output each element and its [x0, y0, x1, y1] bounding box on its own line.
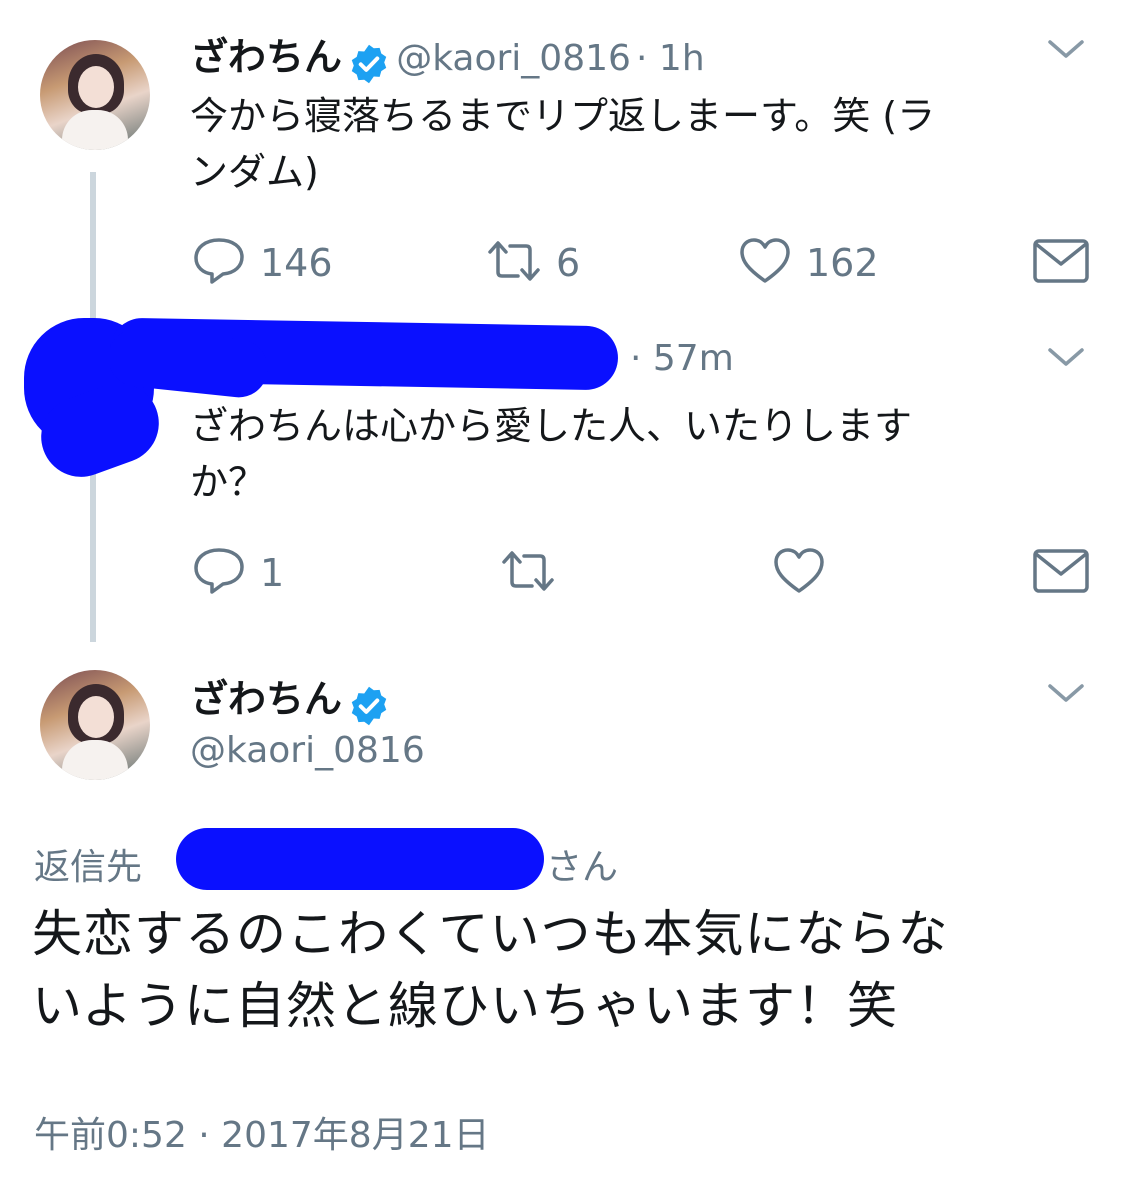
- reply-to-suffix: さん: [546, 847, 619, 888]
- dm-icon: [1032, 239, 1090, 288]
- tweet-text-line: いように自然と線ひいちゃいます！笑: [32, 977, 898, 1035]
- verified-badge-icon: [347, 42, 391, 90]
- tweet-text-line: 今から寝落ちるまでリプ返しまーす。笑 (ラ: [190, 94, 936, 138]
- chevron-down-icon[interactable]: [1046, 682, 1086, 710]
- chevron-down-icon[interactable]: [1046, 38, 1086, 66]
- like-icon: [772, 548, 826, 600]
- handle[interactable]: @kaori_0816: [396, 38, 631, 79]
- handle[interactable]: @kaori_0816: [190, 730, 425, 771]
- reply-button[interactable]: 146: [192, 236, 333, 290]
- tweet-text: 今から寝落ちるまでリプ返しまーす。笑 (ラ ンダム): [190, 88, 1090, 200]
- tweet-text: ざわちんは心から愛した人、いたりします か？: [190, 398, 1090, 510]
- retweet-button[interactable]: [496, 548, 560, 598]
- reply-count: 1: [260, 551, 285, 595]
- like-count: 162: [806, 241, 879, 285]
- chevron-down-icon[interactable]: [1046, 346, 1086, 374]
- retweet-count: 6: [556, 241, 581, 285]
- tweet-text-line: 失恋するのこわくていつも本気にならな: [32, 905, 949, 963]
- dm-icon: [1032, 549, 1090, 598]
- verified-badge-icon: [347, 684, 391, 732]
- dm-button[interactable]: [1032, 548, 1090, 598]
- reply-to-prefix: 返信先: [34, 847, 143, 888]
- tweet-text-line: か？: [190, 460, 267, 504]
- tweet-timestamp[interactable]: 午前0:52 · 2017年8月21日: [34, 1106, 490, 1158]
- like-icon: [738, 236, 792, 290]
- like-button[interactable]: [772, 546, 826, 600]
- retweet-button[interactable]: 6: [482, 238, 580, 288]
- display-name[interactable]: ざわちん: [190, 35, 342, 79]
- tweet-text-line: ざわちんは心から愛した人、いたりします: [190, 404, 913, 448]
- retweet-icon: [496, 551, 560, 598]
- display-name[interactable]: ざわちん: [190, 677, 342, 721]
- avatar[interactable]: [40, 670, 150, 780]
- tweet-text-line: ンダム): [190, 150, 319, 194]
- redaction-scribble: [176, 828, 544, 890]
- avatar[interactable]: [40, 40, 150, 150]
- reply-icon: [192, 236, 246, 290]
- tweet-header: ざわちん @kaori_0816 · 1h: [190, 26, 705, 90]
- reply-context: 返信先: [34, 838, 142, 890]
- reply-icon: [192, 546, 246, 600]
- reply-button[interactable]: 1: [192, 546, 284, 600]
- dm-button[interactable]: [1032, 238, 1090, 288]
- tweet-text: 失恋するのこわくていつも本気にならな いように自然と線ひいちゃいます！笑: [32, 898, 1102, 1042]
- reply-count: 146: [260, 241, 333, 285]
- tweet-header: ざわちん: [190, 668, 391, 732]
- like-button[interactable]: 162: [738, 236, 879, 290]
- tweet-time[interactable]: · 1h: [636, 38, 705, 79]
- tweet-time[interactable]: · 57m: [630, 338, 734, 379]
- retweet-icon: [482, 238, 546, 288]
